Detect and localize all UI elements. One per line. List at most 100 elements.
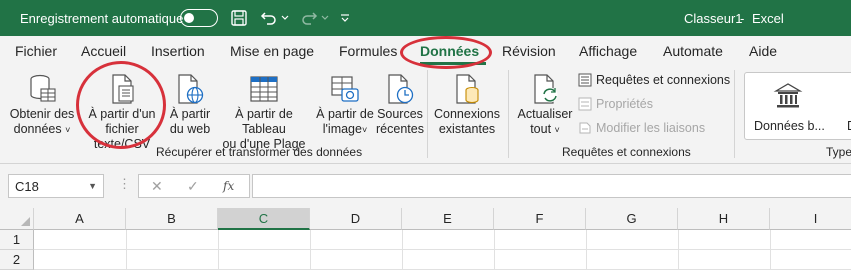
refresh-icon [534,74,558,104]
recent-sources-icon [388,74,414,104]
cell-gridline [494,230,495,270]
existing-connections-line2: existantes [438,122,496,136]
tab-accueil[interactable]: Accueil [81,43,126,59]
queries-connections-label: Requêtes et connexions [596,73,731,87]
group-label-get-transform: Récupérer et transformer des données [156,145,363,159]
cell-gridline [678,230,679,270]
from-web-button[interactable]: À partir du web [166,66,214,146]
image-icon [331,76,359,102]
tab-revision[interactable]: Révision [502,43,556,59]
tab-mise-en-page[interactable]: Mise en page [230,43,314,59]
app-name: Excel [752,11,784,26]
column-header-e[interactable]: E [402,208,494,230]
cell-gridline [126,230,127,270]
properties-button[interactable]: Propriétés [578,97,653,111]
more-options-icon[interactable]: ⋮ [118,176,131,192]
tab-affichage[interactable]: Affichage [579,43,637,59]
chevron-down-icon: ˅ [65,125,71,135]
tab-insertion[interactable]: Insertion [151,43,205,59]
formula-input[interactable] [252,174,851,198]
redo-dropdown-icon[interactable] [320,8,330,28]
queries-icon [578,73,592,87]
save-icon[interactable] [228,8,250,28]
next-type-label: D [847,119,851,133]
from-table-line1: À partir de Tableau [235,107,293,136]
enter-icon[interactable]: ✓ [187,178,199,195]
column-header-h[interactable]: H [678,208,770,230]
cell-gridline [586,230,587,270]
annotation-ring-csv [76,61,166,149]
existing-connections-icon [456,74,479,104]
edit-links-button[interactable]: Modifier les liaisons [578,121,705,135]
group-label-types: Types [826,145,851,159]
column-header-b[interactable]: B [126,208,218,230]
column-header-d[interactable]: D [310,208,402,230]
name-box[interactable]: C18 ▼ [8,174,104,198]
from-table-range-button[interactable]: À partir de Tableau ou d'une Plage [212,66,316,151]
customize-icon[interactable] [338,8,352,28]
tab-automate[interactable]: Automate [663,43,723,59]
cancel-icon[interactable]: ✕ [151,178,163,195]
chevron-down-icon[interactable]: ▼ [88,181,97,191]
tab-formules[interactable]: Formules [339,43,397,59]
edit-links-icon [579,122,591,134]
from-image-button[interactable]: À partir de l'image˅ [314,66,376,146]
row-header-2[interactable]: 2 [0,250,34,270]
data-types-button[interactable]: Données b... D [744,72,851,140]
edit-links-label: Modifier les liaisons [596,121,706,135]
cell-gridline [310,230,311,270]
recent-sources-line2: récentes [376,122,424,136]
title-separator: - [740,11,745,26]
properties-label: Propriétés [596,97,653,111]
refresh-all-line1: Actualiser [517,107,573,121]
refresh-all-line2: tout [530,122,552,136]
name-box-value: C18 [15,179,39,194]
autosave-label: Enregistrement automatique [20,11,184,26]
undo-dropdown-icon[interactable] [280,8,290,28]
properties-icon [578,97,592,111]
chevron-down-icon: ˅ [554,125,560,135]
column-header-c[interactable]: C [218,208,310,230]
existing-connections-line1: Connexions [433,107,500,121]
redo-icon[interactable] [298,8,320,28]
row-header-1[interactable]: 1 [0,230,34,250]
autosave-toggle[interactable] [180,9,218,27]
chevron-down-icon: ˅ [361,125,368,135]
formula-bar: C18 ▼ ⋮ ✕ ✓ fx [0,164,851,208]
get-data-line1: Obtenir des [9,107,75,121]
get-data-button[interactable]: Obtenir des données ˅ [6,66,78,146]
group-divider [427,70,428,158]
undo-icon[interactable] [258,8,280,28]
select-all-button[interactable] [0,208,34,230]
column-header-i[interactable]: I [770,208,851,230]
group-divider [734,70,735,158]
cell-gridline [402,230,403,270]
data-types-label: Données b... [754,119,825,133]
recent-sources-line1: Sources [377,107,423,121]
table-icon [250,76,278,102]
worksheet-grid: A B C D E F G H I 1 2 [0,208,851,270]
column-header-g[interactable]: G [586,208,678,230]
get-data-line2: données [13,122,62,136]
tab-aide[interactable]: Aide [749,43,777,59]
column-header-f[interactable]: F [494,208,586,230]
tab-fichier[interactable]: Fichier [15,43,57,59]
database-icon [30,74,56,102]
cell-gridline [34,249,851,250]
from-image-line1: À partir de [316,107,374,121]
web-icon [178,74,204,104]
column-header-a[interactable]: A [34,208,126,230]
from-web-line1: À partir [169,107,211,121]
from-image-line2: l'image [322,122,362,136]
document-title: Classeur1 [684,11,743,26]
insert-function-icon[interactable]: fx [223,179,234,193]
recent-sources-button[interactable]: Sources récentes [374,66,426,146]
title-bar: Enregistrement automatique Classeur1 - E… [0,0,851,36]
existing-connections-button[interactable]: Connexions existantes [430,66,504,146]
group-label-queries: Requêtes et connexions [562,145,691,159]
from-web-line2: du web [169,122,211,136]
formula-buttons: ✕ ✓ fx [138,174,250,198]
queries-connections-button[interactable]: Requêtes et connexions [578,73,730,87]
cell-gridline [218,230,219,270]
refresh-all-button[interactable]: Actualiser tout ˅ [512,66,578,146]
